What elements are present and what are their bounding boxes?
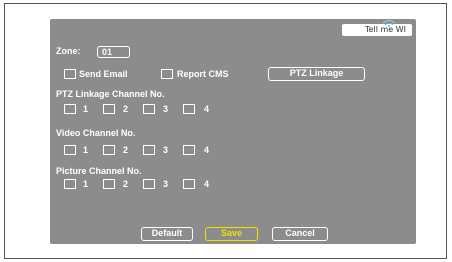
video-channel-checkbox[interactable] [183, 145, 195, 155]
ptz-channel-label: 3 [163, 104, 169, 114]
picture-channel-title: Picture Channel No. [56, 166, 142, 176]
zone-field[interactable]: 01 [97, 46, 130, 58]
picture-channel-label: 3 [163, 179, 169, 189]
logo-text: Tell me WI [365, 25, 406, 34]
default-button[interactable]: Default [141, 227, 193, 241]
video-channel-checkbox[interactable] [103, 145, 115, 155]
ptz-channel-label: 2 [123, 104, 129, 114]
video-channel-checkbox[interactable] [64, 145, 76, 155]
video-channel-label: 2 [123, 145, 129, 155]
report-cms-checkbox[interactable] [161, 69, 173, 79]
picture-channel-checkbox[interactable] [103, 179, 115, 189]
picture-channel-label: 1 [83, 179, 89, 189]
save-button[interactable]: Save [205, 227, 258, 241]
video-channel-title: Video Channel No. [56, 128, 136, 138]
cancel-button[interactable]: Cancel [272, 227, 328, 241]
video-channel-label: 3 [163, 145, 169, 155]
ptz-linkage-button[interactable]: PTZ Linkage [268, 67, 365, 81]
ptz-channel-title: PTZ Linkage Channel No. [56, 89, 165, 99]
ptz-channel-label: 4 [204, 104, 210, 114]
ptz-channel-checkbox[interactable] [183, 104, 195, 114]
send-email-label: Send Email [79, 69, 128, 79]
report-cms-label: Report CMS [177, 69, 229, 79]
brand-logo: Tell me WI [342, 20, 412, 36]
window-frame: Tell me WI Zone: 01 Send Email Report CM… [4, 3, 447, 259]
picture-channel-checkbox[interactable] [143, 179, 155, 189]
zone-label: Zone: [56, 46, 81, 56]
picture-channel-checkbox[interactable] [64, 179, 76, 189]
picture-channel-label: 4 [204, 179, 210, 189]
video-channel-label: 1 [83, 145, 89, 155]
alarm-linkage-panel: Tell me WI Zone: 01 Send Email Report CM… [50, 19, 416, 244]
video-channel-checkbox[interactable] [143, 145, 155, 155]
ptz-channel-checkbox[interactable] [103, 104, 115, 114]
picture-channel-checkbox[interactable] [183, 179, 195, 189]
ptz-channel-label: 1 [83, 104, 89, 114]
ptz-channel-checkbox[interactable] [143, 104, 155, 114]
ptz-channel-checkbox[interactable] [64, 104, 76, 114]
send-email-checkbox[interactable] [64, 69, 76, 79]
picture-channel-label: 2 [123, 179, 129, 189]
video-channel-label: 4 [204, 145, 210, 155]
